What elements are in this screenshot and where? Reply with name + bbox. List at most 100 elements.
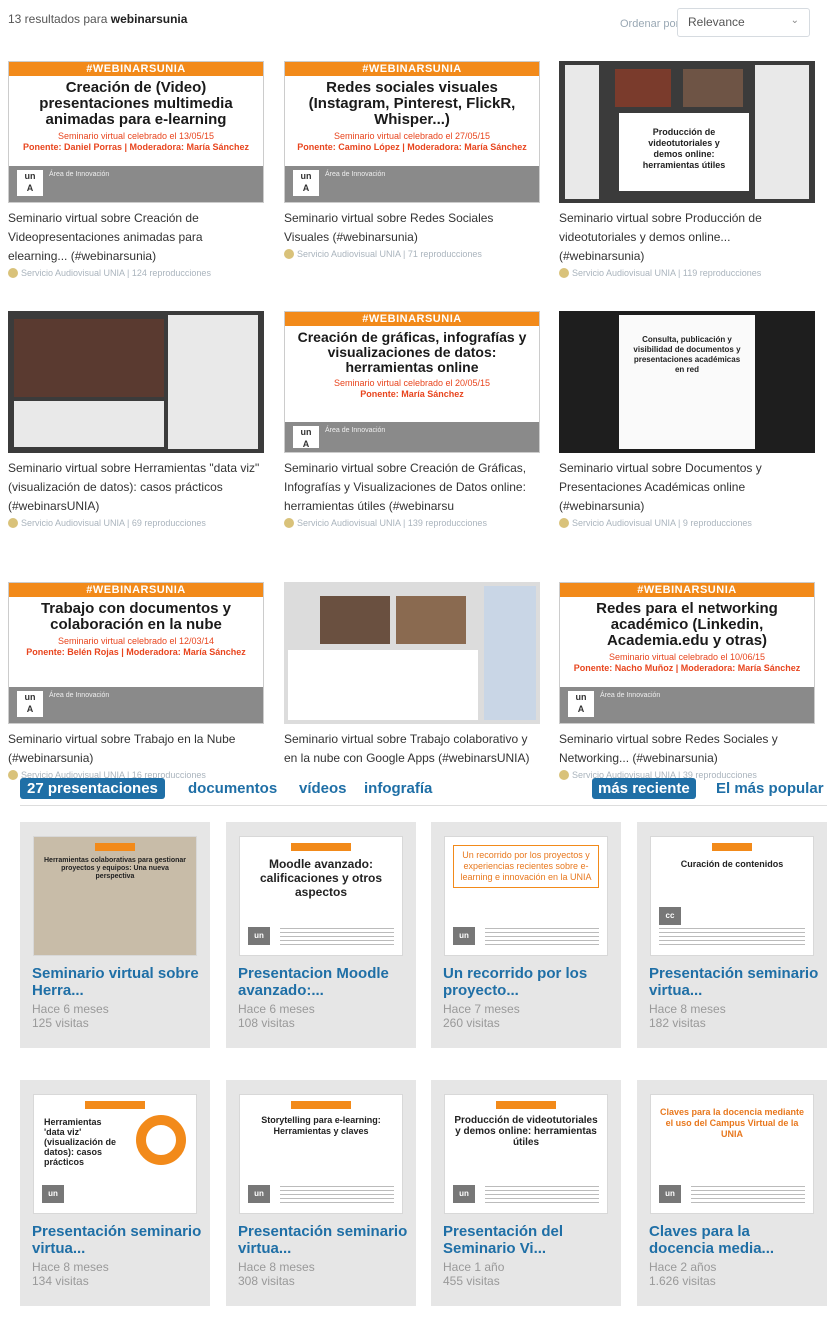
video-title[interactable]: Seminario virtual sobre Redes Sociales V… [284,209,540,247]
poster-title: Trabajo con documentos y colaboración en… [40,600,232,633]
video-thumbnail[interactable]: Consulta, publicación y visibilidad de d… [559,311,815,453]
video-card[interactable]: Seminario virtual sobre Trabajo colabora… [284,582,540,768]
presentation-card[interactable]: Moodle avanzado: calificaciones y otros … [226,822,416,1048]
presentation-card[interactable]: Claves para la docencia mediante el uso … [637,1080,827,1306]
video-thumbnail[interactable]: #WEBINARSUNIA Creación de (Video) presen… [8,61,264,203]
poster-band: #WEBINARSUNIA [9,62,263,76]
sort-popular-button[interactable]: El más popular [716,780,824,797]
search-query: webinarsunia [110,12,188,26]
video-title[interactable]: Seminario virtual sobre Herramientas "da… [8,459,264,516]
video-card[interactable]: #WEBINARSUNIA Trabajo con documentos y c… [8,582,264,780]
video-meta-text: Servicio Audiovisual UNIA | 119 reproduc… [572,268,762,278]
video-card[interactable]: #WEBINARSUNIA Redes para el networking a… [559,582,815,780]
poster-date: Seminario virtual celebrado el 13/05/15 [57,131,215,141]
chevron-down-icon: ⌄ [790,15,799,26]
presentation-thumbnail[interactable]: Storytelling para e-learning: Herramient… [239,1094,403,1214]
tab-infographic[interactable]: infografía [364,780,432,797]
presentation-thumbnail[interactable]: Un recorrido por los proyectos y experie… [444,836,608,956]
channel-icon [8,770,18,780]
video-thumbnail[interactable]: #WEBINARSUNIA Redes para el networking a… [559,582,815,724]
poster-title: Creación de gráficas, infografías y visu… [297,329,527,375]
poster-footer: un A Área de Innovación [285,166,539,202]
presentation-card[interactable]: Curación de contenidos cc Presentación s… [637,822,827,1048]
presentation-thumbnail[interactable]: Herramientas colaborativas para gestiona… [33,836,197,956]
webcam-image [396,596,466,644]
slide-band [496,1101,556,1109]
video-card[interactable]: Producción de videotutoriales y demos on… [559,61,815,278]
video-title[interactable]: Seminario virtual sobre Documentos y Pre… [559,459,815,516]
channel-icon [284,249,294,259]
video-meta-text: Servicio Audiovisual UNIA | 69 reproducc… [21,518,206,528]
video-thumbnail[interactable]: Producción de videotutoriales y demos on… [559,61,815,203]
unia-logo: un [659,1185,681,1203]
video-card[interactable]: #WEBINARSUNIA Creación de (Video) presen… [8,61,264,278]
video-meta: Servicio Audiovisual UNIA | 139 reproduc… [284,518,540,528]
donut-graphic [136,1115,186,1165]
presentation-title[interactable]: Presentación seminario virtua... [32,1223,202,1257]
sort-select[interactable]: Relevance ⌄ [677,8,810,37]
webcam-image [320,596,390,644]
video-thumbnail[interactable]: #WEBINARSUNIA Creación de gráficas, info… [284,311,540,453]
screen-panel [755,65,809,199]
slide-text-lines [485,925,599,945]
results-summary: 13 resultados para webinarsunia [8,12,187,26]
slide-preview: Producción de videotutoriales y demos on… [619,113,749,191]
poster-band: #WEBINARSUNIA [285,62,539,76]
presentation-title[interactable]: Presentacion Moodle avanzado:... [238,965,408,999]
video-card[interactable]: #WEBINARSUNIA Creación de gráficas, info… [284,311,540,528]
presentation-title[interactable]: Claves para la docencia media... [649,1223,819,1257]
presentation-title[interactable]: Presentación seminario virtua... [238,1223,408,1257]
poster-date: Seminario virtual celebrado el 27/05/15 [333,131,491,141]
presentation-card[interactable]: Producción de videotutoriales y demos on… [431,1080,621,1306]
presentation-thumbnail[interactable]: Claves para la docencia mediante el uso … [650,1094,814,1214]
video-card[interactable]: Seminario virtual sobre Herramientas "da… [8,311,264,528]
poster-date: Seminario virtual celebrado el 20/05/15 [333,378,491,388]
presentation-thumbnail[interactable]: Moodle avanzado: calificaciones y otros … [239,836,403,956]
presentation-title[interactable]: Presentación del Seminario Vi... [443,1223,613,1257]
sort-recent-button[interactable]: más reciente [592,778,696,799]
video-title[interactable]: Seminario virtual sobre Redes Sociales y… [559,730,815,768]
video-title[interactable]: Seminario virtual sobre Trabajo en la Nu… [8,730,264,768]
slide-title: Producción de videotutoriales y demos on… [454,1115,598,1148]
video-card[interactable]: Consulta, publicación y visibilidad de d… [559,311,815,528]
slide-text-lines [691,1183,805,1203]
poster-speaker: Ponente: Camino López | Moderadora: Marí… [297,142,527,152]
video-title[interactable]: Seminario virtual sobre Producción de vi… [559,209,815,266]
presentation-card[interactable]: Herramientas colaborativas para gestiona… [20,822,210,1048]
tab-presentations[interactable]: 27 presentaciones [20,778,165,799]
video-title[interactable]: Seminario virtual sobre Creación de Gráf… [284,459,540,516]
presentation-card[interactable]: Herramientas 'data viz' (visualización d… [20,1080,210,1306]
presentation-thumbnail[interactable]: Producción de videotutoriales y demos on… [444,1094,608,1214]
presentation-card[interactable]: Un recorrido por los proyectos y experie… [431,822,621,1048]
poster-speaker: Ponente: Nacho Muñoz | Moderadora: María… [573,663,801,673]
channel-icon [8,518,18,528]
presentation-thumbnail[interactable]: Curación de contenidos cc [650,836,814,956]
video-thumbnail[interactable]: #WEBINARSUNIA Trabajo con documentos y c… [8,582,264,724]
slide-preview: Consulta, publicación y visibilidad de d… [619,315,755,449]
video-meta: Servicio Audiovisual UNIA | 71 reproducc… [284,249,540,259]
tab-videos[interactable]: vídeos [299,780,347,797]
video-card[interactable]: #WEBINARSUNIA Redes sociales visuales (I… [284,61,540,259]
slide-title: Un recorrido por los proyectos y experie… [453,845,599,888]
poster-footer: un A Área de Innovación [9,166,263,202]
video-title[interactable]: Seminario virtual sobre Creación de Vide… [8,209,264,266]
video-thumbnail[interactable] [284,582,540,724]
video-thumbnail[interactable]: #WEBINARSUNIA Redes sociales visuales (I… [284,61,540,203]
poster-title: Creación de (Video) presentaciones multi… [39,79,233,128]
presentation-thumbnail[interactable]: Herramientas 'data viz' (visualización d… [33,1094,197,1214]
channel-icon [559,770,569,780]
poster-band: #WEBINARSUNIA [560,583,814,597]
presentation-title[interactable]: Seminario virtual sobre Herra... [32,965,202,999]
presentation-card[interactable]: Storytelling para e-learning: Herramient… [226,1080,416,1306]
video-meta: Servicio Audiovisual UNIA | 9 reproducci… [559,518,815,528]
poster-footer-text: Área de Innovación [49,692,110,699]
unia-logo: un A [17,170,43,196]
slide-title: Claves para la docencia mediante el uso … [659,1107,805,1139]
presentation-title[interactable]: Un recorrido por los proyecto... [443,965,613,999]
slide-band [712,843,752,851]
tab-documents[interactable]: documentos [188,780,277,797]
video-title[interactable]: Seminario virtual sobre Trabajo colabora… [284,730,540,768]
slide-text-lines [280,1183,394,1203]
video-thumbnail[interactable] [8,311,264,453]
presentation-title[interactable]: Presentación seminario virtua... [649,965,819,999]
